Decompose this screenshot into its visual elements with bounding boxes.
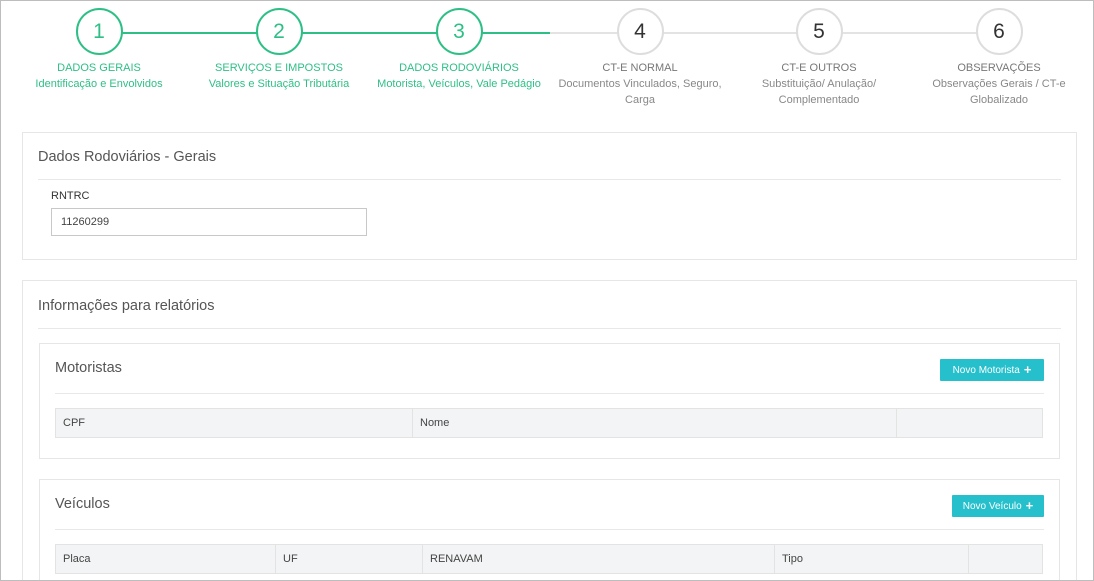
step-title: DADOS GERAIS	[57, 62, 141, 74]
column-header-placa[interactable]: Placa	[56, 545, 276, 573]
section-title: Motoristas	[55, 360, 122, 376]
veiculos-table-header: Placa UF RENAVAM Tipo	[55, 544, 1043, 574]
step-title: OBSERVAÇÕES	[957, 62, 1041, 74]
step-subtitle: Identificação e Envolvidos	[35, 78, 163, 90]
column-header-actions	[969, 545, 1042, 573]
rntrc-input[interactable]: 11260299	[51, 208, 367, 236]
wizard-step-1[interactable]: 1 DADOS GERAIS Identificação e Envolvido…	[9, 8, 189, 92]
novo-veiculo-button[interactable]: Novo Veículo +	[952, 495, 1044, 517]
motoristas-table-header: CPF Nome	[55, 408, 1043, 438]
divider	[55, 529, 1044, 530]
wizard-stepper: 1 DADOS GERAIS Identificação e Envolvido…	[1, 1, 1093, 121]
step-number: 4	[616, 8, 664, 55]
panel-dados-rodoviarios: Dados Rodoviários - Gerais RNTRC 1126029…	[22, 132, 1077, 260]
column-header-renavam[interactable]: RENAVAM	[423, 545, 775, 573]
column-header-actions	[897, 409, 1042, 437]
plus-icon: +	[1025, 498, 1034, 513]
step-subtitle: Valores e Situação Tributária	[208, 78, 350, 90]
button-label: Novo Veículo	[962, 500, 1022, 512]
step-number: 6	[975, 8, 1023, 55]
panel-veiculos: Veículos Novo Veículo + Placa UF RENAVAM…	[39, 479, 1060, 580]
wizard-step-3[interactable]: 3 DADOS RODOVIÁRIOS Motorista, Veículos,…	[369, 8, 549, 92]
panel-title: Dados Rodoviários - Gerais	[38, 149, 217, 165]
panel-motoristas: Motoristas Novo Motorista + CPF Nome	[39, 343, 1060, 459]
step-subtitle: Substituição/ Anulação/ Complementado	[761, 78, 877, 106]
step-title: CT-E NORMAL	[602, 62, 678, 74]
divider	[55, 393, 1044, 394]
column-header-uf[interactable]: UF	[276, 545, 423, 573]
step-title: DADOS RODOVIÁRIOS	[399, 62, 519, 74]
rntrc-label: RNTRC	[51, 190, 90, 202]
step-subtitle: Observações Gerais / CT-e Globalizado	[932, 78, 1066, 106]
novo-motorista-button[interactable]: Novo Motorista +	[940, 359, 1044, 381]
plus-icon: +	[1023, 362, 1032, 377]
panel-title: Informações para relatórios	[38, 298, 215, 314]
step-number: 3	[435, 8, 483, 55]
wizard-step-6[interactable]: 6 OBSERVAÇÕES Observações Gerais / CT-e …	[909, 8, 1089, 108]
step-number: 1	[75, 8, 123, 55]
app-frame: 1 DADOS GERAIS Identificação e Envolvido…	[0, 0, 1094, 581]
step-subtitle: Motorista, Veículos, Vale Pedágio	[377, 78, 541, 90]
wizard-step-4[interactable]: 4 CT-E NORMAL Documentos Vinculados, Seg…	[549, 8, 731, 108]
wizard-step-2[interactable]: 2 SERVIÇOS E IMPOSTOS Valores e Situação…	[189, 8, 369, 92]
section-title: Veículos	[55, 496, 110, 512]
divider	[38, 328, 1061, 329]
step-number: 2	[255, 8, 303, 55]
column-header-nome[interactable]: Nome	[413, 409, 897, 437]
panel-informacoes-relatorios: Informações para relatórios Motoristas N…	[22, 280, 1077, 580]
step-number: 5	[795, 8, 843, 55]
column-header-cpf[interactable]: CPF	[56, 409, 413, 437]
button-label: Novo Motorista	[952, 364, 1020, 376]
column-header-tipo[interactable]: Tipo	[775, 545, 969, 573]
divider	[38, 179, 1061, 180]
step-subtitle: Documentos Vinculados, Seguro, Carga	[558, 78, 722, 106]
step-title: SERVIÇOS E IMPOSTOS	[215, 62, 343, 74]
step-title: CT-E OUTROS	[781, 62, 857, 74]
wizard-step-5[interactable]: 5 CT-E OUTROS Substituição/ Anulação/ Co…	[729, 8, 909, 108]
